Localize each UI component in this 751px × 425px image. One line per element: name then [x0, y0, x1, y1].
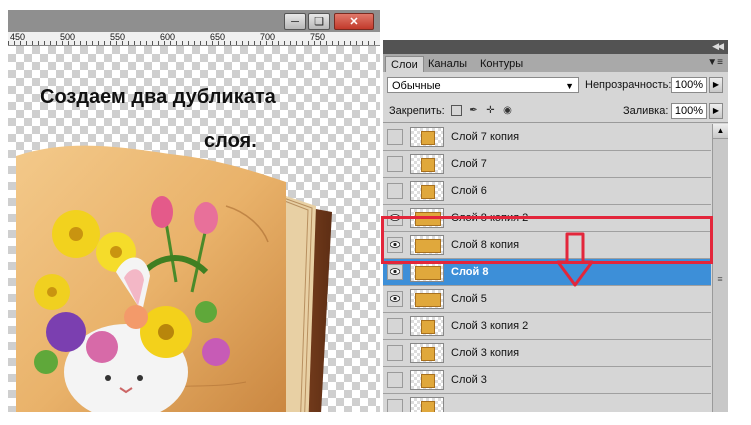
panel-menu-icon[interactable]: ▼≡: [707, 57, 723, 68]
layer-name: Слой 6: [451, 185, 487, 197]
scroll-grip-icon[interactable]: ≡: [715, 274, 725, 284]
opacity-stepper[interactable]: ▶: [709, 77, 723, 93]
layer-row[interactable]: Слой 6: [383, 178, 711, 205]
layer-thumbnail: [410, 370, 444, 390]
down-arrow-icon: [556, 232, 594, 287]
minimize-button[interactable]: ─: [284, 13, 306, 30]
visibility-toggle[interactable]: [387, 156, 403, 172]
blend-mode-select[interactable]: Обычные ▼: [387, 77, 579, 93]
layer-row[interactable]: Слой 7: [383, 151, 711, 178]
restore-icon: ❏: [314, 16, 324, 28]
layer-name: Слой 7: [451, 158, 487, 170]
layer-name: Слой 5: [451, 293, 487, 305]
visibility-toggle[interactable]: [387, 345, 403, 361]
tab-layers[interactable]: Слои: [385, 56, 424, 73]
layer-thumbnail: [410, 397, 444, 412]
layer-thumbnail: [410, 181, 444, 201]
highlight-box: [381, 216, 713, 264]
layer-thumbnail: [410, 343, 444, 363]
chevron-right-icon: ▶: [712, 80, 720, 89]
visibility-toggle[interactable]: [387, 372, 403, 388]
tab-channels[interactable]: Каналы: [423, 56, 472, 72]
layer-thumbnail: [410, 154, 444, 174]
tutorial-caption-line1: Создаем два дубликата: [40, 86, 276, 108]
blend-mode-value: Обычные: [392, 80, 441, 92]
panel-header-bar: ◀◀: [383, 40, 728, 54]
layer-thumbnail: [410, 289, 444, 309]
visibility-toggle[interactable]: [387, 183, 403, 199]
double-chevron-icon[interactable]: ◀◀: [712, 41, 724, 52]
visibility-toggle[interactable]: [387, 318, 403, 334]
layer-name: Слой 3 копия: [451, 347, 520, 359]
minimize-icon: ─: [291, 15, 299, 28]
layer-row[interactable]: Слой 5: [383, 286, 711, 313]
tutorial-caption-line2: слоя.: [204, 130, 257, 152]
close-button[interactable]: ✕: [334, 13, 374, 30]
layer-name: Слой 7 копия: [451, 131, 520, 143]
lock-label: Закрепить:: [389, 105, 445, 117]
opacity-label: Непрозрачность:: [585, 79, 672, 91]
visibility-toggle[interactable]: [387, 264, 403, 280]
layer-row[interactable]: [383, 394, 711, 412]
layer-row[interactable]: Слой 3 копия: [383, 340, 711, 367]
eye-icon: [390, 268, 400, 275]
layers-list: Слой 7 копия Слой 7 Слой 6 Слой 8 копия …: [383, 124, 711, 412]
restore-button[interactable]: ❏: [308, 13, 330, 30]
layer-name: Слой 3: [451, 374, 487, 386]
fill-input[interactable]: 100%: [671, 103, 707, 119]
layer-row[interactable]: Слой 7 копия: [383, 124, 711, 151]
horizontal-ruler: 450 500 550 600 650 700 750: [8, 32, 380, 46]
visibility-toggle[interactable]: [387, 129, 403, 145]
chevron-up-icon[interactable]: ▲: [713, 124, 728, 139]
layer-thumbnail: [410, 316, 444, 336]
document-window: ─ ❏ ✕ 450 500 550 600 650 700 750 Создае…: [8, 10, 380, 412]
layer-row[interactable]: Слой 3 копия 2: [383, 313, 711, 340]
opacity-input[interactable]: 100%: [671, 77, 707, 93]
visibility-toggle[interactable]: [387, 399, 403, 412]
close-icon: ✕: [349, 16, 359, 28]
fill-label: Заливка:: [623, 105, 669, 117]
fill-stepper[interactable]: ▶: [709, 103, 723, 119]
chevron-down-icon: ▼: [565, 81, 574, 91]
layer-thumbnail: [410, 127, 444, 147]
lock-all-icon[interactable]: ◉: [502, 105, 513, 116]
document-canvas[interactable]: Создаем два дубликата слоя.: [8, 46, 380, 412]
layer-thumbnail: [410, 262, 444, 282]
lock-move-icon[interactable]: ✛: [485, 105, 496, 116]
layer-row[interactable]: Слой 3: [383, 367, 711, 394]
tab-paths[interactable]: Контуры: [475, 56, 528, 72]
visibility-toggle[interactable]: [387, 291, 403, 307]
chevron-right-icon: ▶: [712, 106, 720, 115]
lock-brush-icon[interactable]: ✒: [468, 105, 479, 116]
layer-name: Слой 3 копия 2: [451, 320, 529, 332]
panel-tabs: Слои Каналы Контуры ▼≡: [383, 54, 728, 73]
eye-icon: [390, 295, 400, 302]
layers-scrollbar[interactable]: ▲ ≡: [712, 124, 728, 412]
lock-transparent-icon[interactable]: [451, 105, 462, 116]
book-flower-artwork: [16, 145, 332, 412]
document-titlebar: ─ ❏ ✕: [8, 10, 380, 32]
